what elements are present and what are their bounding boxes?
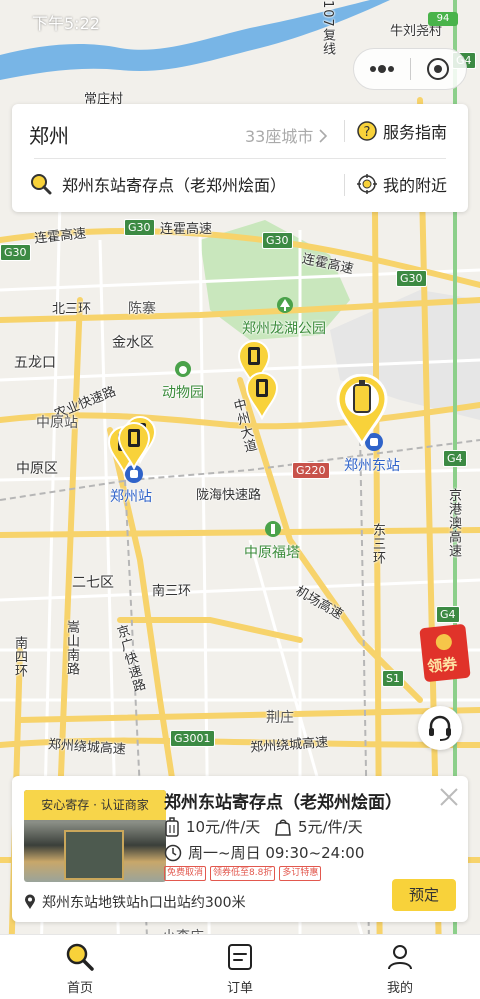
clock-icon <box>164 844 182 861</box>
map-label: 东三环 <box>370 523 385 565</box>
storage-marker[interactable] <box>116 422 152 470</box>
map-label: 北三环 <box>52 302 92 317</box>
search-box[interactable]: 郑州东站寄存点（老郑州烩面） <box>30 172 286 196</box>
map-label: 金水区 <box>112 335 154 351</box>
map-label: 陈寨 <box>128 301 156 317</box>
map-label: 五龙口 <box>14 355 56 371</box>
nearby-label: 我的附近 <box>383 176 448 195</box>
city-count-label: 33座城市 <box>245 127 314 146</box>
battery-icon: 94 <box>428 12 458 26</box>
storage-marker-selected[interactable] <box>334 374 390 446</box>
highway-shield: G30 <box>124 219 155 236</box>
chevron-right-icon <box>319 129 328 143</box>
close-icon[interactable] <box>438 786 460 808</box>
nearby-button[interactable]: 我的附近 <box>357 172 447 196</box>
tower-icon <box>265 521 281 537</box>
more-button[interactable] <box>354 49 410 89</box>
storefront-photo: 安心寄存 · 认证商家 <box>24 790 166 882</box>
tab-orders[interactable]: 订单 <box>200 941 280 997</box>
highway-shield: G30 <box>0 244 31 261</box>
map-label: 郑州龙湖公园 <box>242 321 326 337</box>
coupon-button[interactable]: 领券 <box>419 622 476 684</box>
map-label: 荆庄 <box>266 710 294 726</box>
search-icon <box>31 174 52 195</box>
map-label: 中原区 <box>16 461 58 477</box>
map-label: 郑州站 <box>110 489 152 505</box>
tab-orders-label: 订单 <box>226 981 253 996</box>
map-label: 嵩山南路 <box>64 620 79 676</box>
map-label: 南四环 <box>12 636 27 678</box>
tab-home-label: 首页 <box>66 981 93 996</box>
red-envelope-icon: 领券 <box>419 623 471 683</box>
service-guide-label: 服务指南 <box>383 123 448 142</box>
map-label: 中原福塔 <box>244 545 300 561</box>
storage-marker[interactable] <box>244 372 280 420</box>
coupon-label: 领券 <box>426 654 459 676</box>
map-label: 京港澳高速 <box>446 488 461 558</box>
miniprogram-capsule <box>353 48 467 90</box>
question-icon: ? <box>357 121 377 141</box>
highway-shield: G4 <box>443 450 467 467</box>
highway-shield: G4 <box>436 606 460 623</box>
search-home-icon <box>66 943 94 971</box>
hours-value: 周一~周日 09:30~24:00 <box>188 844 365 862</box>
user-icon <box>388 945 412 970</box>
status-bar: 下午5:22 94 <box>0 0 480 40</box>
search-text: 郑州东站寄存点（老郑州烩面） <box>62 176 287 195</box>
book-button[interactable]: 预定 <box>392 879 456 911</box>
more-dots-icon <box>369 65 394 73</box>
highway-shield: S1 <box>382 670 404 687</box>
city-count-link[interactable]: 33座城市 <box>245 123 328 147</box>
map-label: 郑州东站 <box>344 458 400 474</box>
promo-tag: 免费取消 <box>164 866 207 881</box>
promo-tag: 多订特惠 <box>279 866 322 881</box>
map-label: 动物园 <box>162 385 204 401</box>
close-miniprogram-button[interactable] <box>410 49 466 89</box>
tab-bar: 首页 订单 我的 <box>0 934 480 999</box>
map-label: 陇海快速路 <box>196 488 262 503</box>
city-selector[interactable]: 郑州 <box>29 120 69 149</box>
tab-home[interactable]: 首页 <box>40 941 120 997</box>
service-guide-button[interactable]: ? 服务指南 <box>357 119 447 143</box>
map-label: 南三环 <box>152 584 192 599</box>
highway-shield: G220 <box>292 462 330 479</box>
map-label: 二七区 <box>72 575 114 591</box>
headset-icon <box>429 715 451 741</box>
price-large: 10元/件/天 <box>164 816 260 837</box>
tab-mine-label: 我的 <box>386 981 413 996</box>
customer-service-button[interactable] <box>418 706 462 750</box>
certified-tag: 安心寄存 · 认证商家 <box>24 790 166 820</box>
highway-shield: G3001 <box>170 730 215 747</box>
location-pin-icon <box>25 894 35 909</box>
tab-mine[interactable]: 我的 <box>360 941 440 997</box>
address-text: 郑州东站地铁站h口出站约300米 <box>42 895 246 911</box>
locate-icon <box>357 174 377 194</box>
status-time: 下午5:22 <box>32 14 100 33</box>
suitcase-icon <box>165 816 179 837</box>
promo-tags: 免费取消 领券低至8.8折 多订特惠 <box>164 866 322 881</box>
opening-hours: 周一~周日 09:30~24:00 <box>164 842 364 863</box>
target-icon <box>427 58 450 80</box>
bag-icon <box>275 819 291 836</box>
storage-title: 郑州东站寄存点（老郑州烩面） <box>164 793 402 813</box>
highway-shield: G30 <box>262 232 293 249</box>
price-large-value: 10元/件/天 <box>186 818 261 836</box>
zoo-icon <box>175 361 191 377</box>
svg-text:?: ? <box>364 125 371 140</box>
storage-detail-card[interactable]: 安心寄存 · 认证商家 郑州东站寄存点（老郑州烩面） 10元/件/天 5元/件/… <box>12 776 468 922</box>
map-label: 中原站 <box>36 415 78 431</box>
highway-shield: G30 <box>396 270 427 287</box>
search-card: 郑州 33座城市 ? 服务指南 郑州东站寄存点（老郑州烩面） 我的附近 <box>12 104 468 212</box>
price-small: 5元/件/天 <box>274 816 363 837</box>
orders-icon <box>228 944 252 970</box>
price-small-value: 5元/件/天 <box>298 818 363 836</box>
promo-tag: 领券低至8.8折 <box>210 866 276 881</box>
address-row: 郑州东站地铁站h口出站约300米 <box>24 892 246 912</box>
park-icon <box>277 297 293 313</box>
map-label: 连霍高速 <box>160 222 213 237</box>
